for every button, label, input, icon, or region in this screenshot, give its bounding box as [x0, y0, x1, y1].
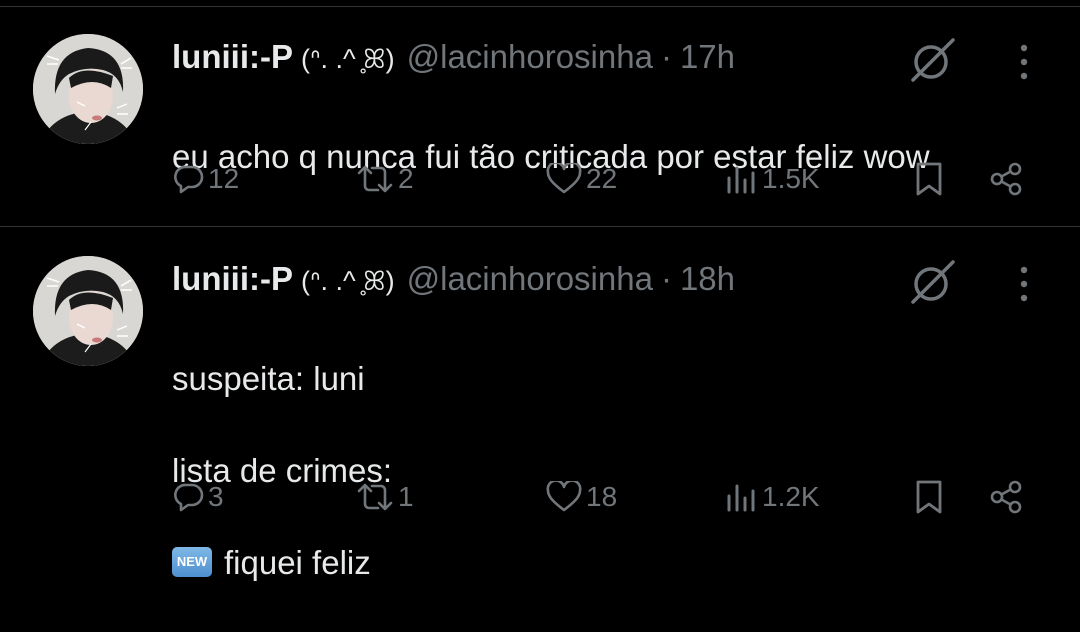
share-button[interactable]	[988, 154, 1024, 204]
view-count: 1.2K	[762, 481, 820, 512]
display-name[interactable]: luniii:-P	[172, 260, 293, 298]
more-icon[interactable]	[1012, 42, 1036, 82]
display-name[interactable]: luniii:-P	[172, 38, 293, 76]
tweet[interactable]: luniii:-P (ᐢ. .^ ̥ꕤ) @lacinhorosinha · 1…	[0, 228, 1080, 581]
views-button[interactable]: 1.5K	[726, 154, 820, 204]
grok-icon[interactable]	[909, 258, 957, 306]
tweet-header: luniii:-P (ᐢ. .^ ̥ꕤ) @lacinhorosinha · 1…	[172, 260, 735, 304]
like-button[interactable]: 18	[546, 472, 617, 522]
tweet-actions: 12 2 22 1.5K	[0, 154, 1080, 204]
repost-count: 1	[398, 481, 414, 512]
user-handle[interactable]: @lacinhorosinha	[407, 260, 653, 298]
share-button[interactable]	[988, 472, 1024, 522]
repost-icon	[357, 165, 393, 193]
tweet-text-line: suspeita: luni	[172, 360, 365, 397]
share-icon	[990, 480, 1022, 514]
repost-button[interactable]: 2	[356, 154, 414, 204]
tweet[interactable]: luniii:-P (ᐢ. .^ ̥ꕤ) @lacinhorosinha · 1…	[0, 6, 1080, 227]
reply-button[interactable]: 3	[174, 472, 224, 522]
tweet-text-fragment: fiquei feliz	[224, 544, 371, 581]
user-handle[interactable]: @lacinhorosinha	[407, 38, 653, 76]
avatar-image	[33, 34, 143, 144]
like-count: 22	[586, 163, 618, 194]
like-count: 18	[586, 481, 618, 512]
like-icon	[546, 163, 582, 194]
timestamp[interactable]: 17h	[680, 38, 735, 76]
views-button[interactable]: 1.2K	[726, 472, 820, 522]
new-emoji-badge: NEW	[172, 547, 212, 578]
avatar[interactable]	[33, 34, 143, 144]
like-icon	[546, 481, 582, 512]
avatar[interactable]	[33, 256, 143, 366]
reply-count: 3	[208, 481, 224, 512]
like-button[interactable]: 22	[546, 154, 617, 204]
bookmark-button[interactable]	[913, 154, 945, 204]
share-icon	[990, 162, 1022, 196]
reply-icon	[174, 483, 204, 512]
display-name-kaomoji[interactable]: (ᐢ. .^ ̥ꕤ)	[301, 44, 395, 76]
grok-icon[interactable]	[909, 36, 957, 84]
bookmark-icon	[916, 480, 942, 514]
reply-count: 12	[208, 163, 240, 194]
repost-count: 2	[398, 163, 414, 194]
timestamp[interactable]: 18h	[680, 260, 735, 298]
display-name-kaomoji[interactable]: (ᐢ. .^ ̥ꕤ)	[301, 266, 395, 298]
separator-dot: ·	[660, 38, 672, 75]
tweet-text: suspeita: luni lista de crimes: NEW fique…	[172, 310, 392, 632]
tweet-header: luniii:-P (ᐢ. .^ ̥ꕤ) @lacinhorosinha · 1…	[172, 38, 735, 82]
tweet-text-line: NEW fiquei feliz	[172, 540, 392, 586]
views-icon	[727, 166, 755, 194]
repost-icon	[357, 483, 393, 511]
view-count: 1.5K	[762, 163, 820, 194]
bookmark-icon	[916, 162, 942, 196]
reply-icon	[174, 165, 204, 194]
separator-dot: ·	[660, 260, 672, 297]
bookmark-button[interactable]	[913, 472, 945, 522]
more-icon[interactable]	[1012, 264, 1036, 304]
views-icon	[727, 484, 755, 512]
reply-button[interactable]: 12	[174, 154, 239, 204]
avatar-image	[33, 256, 143, 366]
tweet-actions: 3 1 18 1.2K	[0, 472, 1080, 522]
repost-button[interactable]: 1	[356, 472, 414, 522]
